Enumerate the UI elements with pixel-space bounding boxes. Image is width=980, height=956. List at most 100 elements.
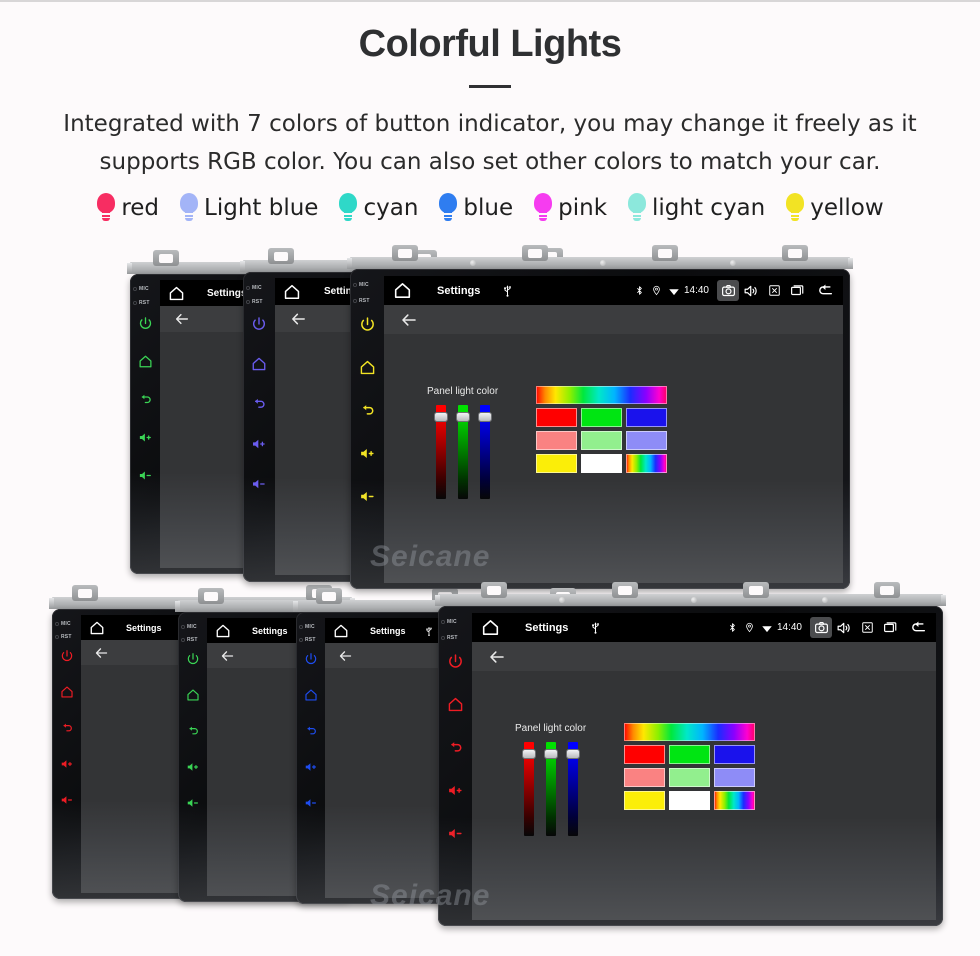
app-back-button[interactable] [220,648,235,663]
green-slider[interactable] [544,742,557,836]
swatch-white[interactable] [581,454,623,473]
home-button[interactable] [138,354,153,369]
swatch-salmon[interactable] [624,768,666,787]
power-button[interactable] [304,652,318,666]
slider-knob[interactable] [544,750,557,758]
hue-gradient-bar[interactable] [624,723,756,741]
home-button[interactable] [304,688,318,702]
app-back-button[interactable] [290,310,307,327]
app-back-button[interactable] [400,311,418,329]
swatch-green[interactable] [669,745,711,764]
statusbar-screenshot-button[interactable] [717,280,739,301]
volume-up-button[interactable] [186,760,200,774]
statusbar-home-button[interactable] [481,618,500,637]
volume-down-button[interactable] [138,468,153,483]
statusbar-home-button[interactable] [333,623,349,639]
touch-screen[interactable]: Settings 14:40 Panel light color [472,613,936,920]
statusbar-recents-button[interactable] [790,283,805,298]
slider-knob[interactable] [478,413,491,421]
rst-button[interactable]: RST [55,634,72,640]
statusbar-home-button[interactable] [393,281,412,300]
statusbar-home-button[interactable] [89,620,105,636]
statusbar-home-button[interactable] [168,285,185,302]
home-button[interactable] [359,359,376,376]
swatch-yellow[interactable] [624,791,666,810]
red-slider[interactable] [434,405,447,499]
slider-knob[interactable] [434,413,447,421]
volume-down-button[interactable] [447,825,464,842]
slider-knob[interactable] [522,750,535,758]
statusbar-close-button[interactable] [768,284,781,297]
statusbar-back-button[interactable] [816,282,834,300]
back-button[interactable] [138,392,153,407]
slider-knob[interactable] [456,413,469,421]
home-button[interactable] [251,356,267,372]
red-slider[interactable] [522,742,535,836]
power-button[interactable] [447,653,464,670]
back-button[interactable] [447,739,464,756]
swatch-blue[interactable] [626,408,668,427]
volume-down-button[interactable] [304,796,318,810]
back-button[interactable] [304,724,318,738]
back-button[interactable] [186,724,200,738]
power-button[interactable] [359,316,376,333]
volume-up-button[interactable] [138,430,153,445]
rst-button[interactable]: RST [181,637,198,643]
statusbar-back-button[interactable] [909,619,927,637]
app-back-button[interactable] [338,648,353,663]
volume-up-button[interactable] [359,445,376,462]
rst-button[interactable]: RST [246,299,263,305]
swatch-lightgreen[interactable] [669,768,711,787]
volume-up-button[interactable] [304,760,318,774]
back-button[interactable] [359,402,376,419]
swatch-green[interactable] [581,408,623,427]
volume-up-button[interactable] [251,436,267,452]
statusbar-close-button[interactable] [861,621,874,634]
slider-knob[interactable] [566,750,579,758]
statusbar-home-button[interactable] [283,283,301,301]
app-back-button[interactable] [174,311,190,327]
statusbar-volume-button[interactable] [836,620,852,636]
home-button[interactable] [186,688,200,702]
rst-button[interactable]: RST [299,637,316,643]
volume-up-button[interactable] [60,757,74,771]
swatch-yellow[interactable] [536,454,578,473]
statusbar-screenshot-button[interactable] [810,617,832,638]
power-button[interactable] [60,649,74,663]
swatch-salmon[interactable] [536,431,578,450]
power-button[interactable] [251,316,267,332]
hue-gradient-bar[interactable] [536,386,668,404]
statusbar-home-button[interactable] [215,623,231,639]
rst-button[interactable]: RST [133,300,150,306]
volume-down-button[interactable] [251,476,267,492]
back-button[interactable] [251,396,267,412]
swatch-periwinkle[interactable] [714,768,756,787]
blue-slider[interactable] [566,742,579,836]
rst-button[interactable]: RST [353,298,370,304]
green-slider[interactable] [456,405,469,499]
swatch-red[interactable] [536,408,578,427]
swatch-red[interactable] [624,745,666,764]
volume-up-button[interactable] [447,782,464,799]
app-back-button[interactable] [488,648,506,666]
statusbar-volume-button[interactable] [743,283,759,299]
power-button[interactable] [186,652,200,666]
back-button[interactable] [60,721,74,735]
swatch-white[interactable] [669,791,711,810]
touch-screen[interactable]: Settings 14:40 Panel light color [384,276,843,583]
volume-down-button[interactable] [186,796,200,810]
statusbar-recents-button[interactable] [883,620,898,635]
volume-down-button[interactable] [359,488,376,505]
home-button[interactable] [60,685,74,699]
swatch-rainbow[interactable] [626,454,668,473]
volume-down-button[interactable] [60,793,74,807]
home-button[interactable] [447,696,464,713]
rst-button[interactable]: RST [441,635,458,641]
app-back-button[interactable] [94,645,109,660]
swatch-periwinkle[interactable] [626,431,668,450]
swatch-rainbow[interactable] [714,791,756,810]
blue-slider[interactable] [478,405,491,499]
swatch-blue[interactable] [714,745,756,764]
swatch-lightgreen[interactable] [581,431,623,450]
power-button[interactable] [138,316,153,331]
